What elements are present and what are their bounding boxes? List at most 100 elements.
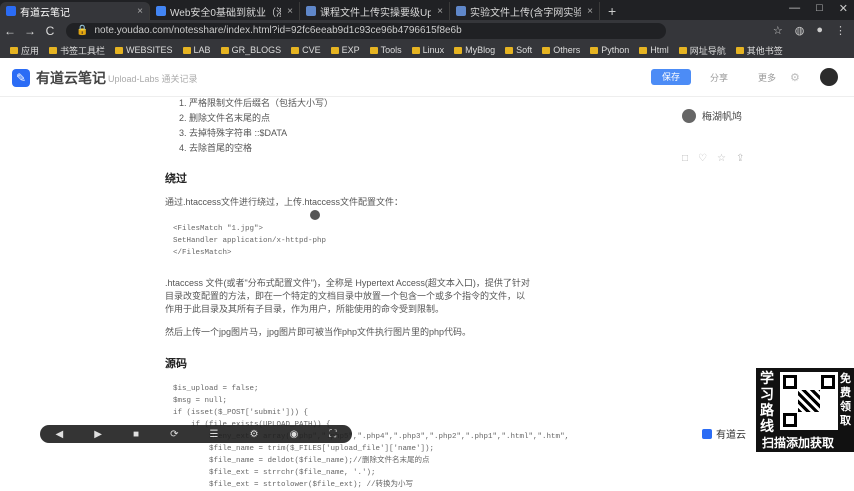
bookmark-item[interactable]: 应用 xyxy=(10,44,39,57)
bookmark-item[interactable]: Tools xyxy=(369,45,402,55)
tab-label: 有道云笔记 xyxy=(20,7,70,19)
bookmark-label: 其他书签 xyxy=(746,45,783,56)
menu-icon[interactable]: ⋮ xyxy=(835,24,846,37)
close-tab-icon[interactable]: × xyxy=(431,6,443,17)
promo-bottom-text: 扫描添加获取 xyxy=(762,436,835,450)
paragraph: 通过.htaccess文件进行绕过，上传.htaccess文件配置文件： xyxy=(165,197,404,207)
bookmark-label: 书签工具栏 xyxy=(60,45,106,56)
author[interactable]: 梅湖帆鸠 xyxy=(682,108,754,123)
new-tab-button[interactable]: + xyxy=(600,2,624,20)
mouse-cursor xyxy=(310,210,320,220)
close-tab-icon[interactable]: × xyxy=(131,6,143,17)
bookmark-label: 应用 xyxy=(21,45,40,56)
bookmark-item[interactable]: LAB xyxy=(182,45,211,55)
bookmark-item[interactable]: WEBSITES xyxy=(115,45,173,55)
code-line: <FilesMatch "1.jpg"> xyxy=(173,225,264,233)
code-line: SetHandler application/x-httpd-php xyxy=(173,237,327,245)
forward-button[interactable]: → xyxy=(20,24,40,38)
bookmark-item[interactable]: Linux xyxy=(411,45,444,55)
video-player-bar: ◀ ▶ ■ ⟳ ☰ ⚙ ◉ ⛶ xyxy=(40,425,352,443)
fullscreen-icon[interactable]: ⛶ xyxy=(329,429,336,440)
bookmark-label: Python xyxy=(601,45,630,55)
maximize-button[interactable]: □ xyxy=(816,2,823,15)
folder-icon xyxy=(220,46,229,54)
window-controls: — □ ✕ xyxy=(789,2,848,15)
extension-icon[interactable]: ◍ xyxy=(795,24,805,37)
paragraph: .htaccess 文件(或者"分布式配置文件")，全称是 Hypertext … xyxy=(165,278,530,314)
list-item: 删除文件名末尾的点 xyxy=(189,111,530,126)
bookmark-item[interactable]: Soft xyxy=(505,45,532,55)
profile-icon[interactable]: ● xyxy=(816,24,823,37)
qr-code xyxy=(780,372,838,430)
bookmark-item[interactable]: CVE xyxy=(291,45,321,55)
record-icon[interactable]: ◉ xyxy=(290,429,299,440)
code-line: if (isset($_POST['submit'])) { xyxy=(173,409,309,417)
close-window-button[interactable]: ✕ xyxy=(839,2,848,15)
bookmarks-bar: 应用 书签工具栏 WEBSITES LAB GR_BLOGS CVE EXP Tools Lin… xyxy=(0,42,854,59)
more-link[interactable]: 更多 xyxy=(758,71,776,84)
youdao-logo[interactable]: ✎ 有道云笔记 xyxy=(12,68,106,88)
qr-promo: 学习路线 免费领取 扫描添加获取 xyxy=(756,368,854,452)
code-block: <FilesMatch "1.jpg"> SetHandler applicati… xyxy=(165,223,530,259)
prev-icon[interactable]: ◀ xyxy=(56,429,64,440)
youdao-badge-text: 有道云 xyxy=(716,430,746,441)
tab-0[interactable]: 有道云笔记 × xyxy=(0,2,150,20)
settings-icon[interactable]: ⚙ xyxy=(790,71,800,84)
bookmark-label: WEBSITES xyxy=(126,45,173,55)
stop-icon[interactable]: ■ xyxy=(133,429,139,440)
minimize-button[interactable]: — xyxy=(789,2,800,15)
star-icon[interactable]: ☆ xyxy=(773,24,783,37)
lock-icon: 🔒 xyxy=(76,25,89,36)
bookmark-item[interactable]: MyBlog xyxy=(454,45,495,55)
settings-icon[interactable]: ⚙ xyxy=(250,429,259,440)
folder-icon xyxy=(49,46,58,54)
share-link[interactable]: 分享 xyxy=(710,71,728,84)
tab-label: 实验文件上传(含字网实验室) xyxy=(470,7,581,19)
bookmark-label: LAB xyxy=(193,45,211,55)
code-line: </FilesMatch> xyxy=(173,249,232,257)
share-icon[interactable]: ⇪ xyxy=(736,153,744,164)
url-input[interactable]: 🔒 note.youdao.com/notesshare/index.html?i… xyxy=(66,23,666,39)
bookmark-item[interactable]: GR_BLOGS xyxy=(220,45,281,55)
folder-icon xyxy=(291,46,300,54)
tab-label: 课程文件上传实操要级Upload xyxy=(320,7,432,19)
promo-side-text: 免费领取 xyxy=(840,373,851,427)
bookmark-label: EXP xyxy=(341,45,360,55)
bookmark-item[interactable]: Others xyxy=(542,45,580,55)
code-line: $msg = null; xyxy=(173,397,228,405)
bookmark-item[interactable]: Python xyxy=(590,45,629,55)
tab-1[interactable]: Web安全0基础到就业（渗透测试× xyxy=(150,2,300,20)
bookmark-item[interactable]: 其他书签 xyxy=(735,44,783,57)
star-icon[interactable]: ☆ xyxy=(717,153,726,164)
bookmark-item[interactable]: 书签工具栏 xyxy=(49,44,105,57)
save-button[interactable]: 保存 xyxy=(651,69,691,85)
list-item: 去掉特殊字符串 ::$DATA xyxy=(189,126,530,141)
play-icon[interactable]: ▶ xyxy=(94,429,102,440)
app-header: ✎ 有道云笔记 Upload-Labs 通关记录 保存 分享 更多 ⚙ xyxy=(0,58,854,97)
bookmark-item[interactable]: EXP xyxy=(330,45,360,55)
folder-icon xyxy=(182,46,191,54)
youdao-badge[interactable]: 有道云 xyxy=(702,426,746,441)
author-name: 梅湖帆鸠 xyxy=(702,112,742,123)
reload-button[interactable]: C xyxy=(40,24,60,38)
replay-icon[interactable]: ⟳ xyxy=(170,429,178,440)
tab-label: Web安全0基础到就业（渗透测试 xyxy=(170,7,281,19)
comment-icon[interactable]: □ xyxy=(682,153,688,164)
tab-strip: 有道云笔记×Web安全0基础到就业（渗透测试×课程文件上传实操要级Upload×… xyxy=(0,0,854,20)
close-tab-icon[interactable]: × xyxy=(581,6,593,17)
folder-icon xyxy=(330,46,339,54)
bookmark-label: 网址导航 xyxy=(689,45,726,56)
bookmark-item[interactable]: 网址导航 xyxy=(678,44,726,57)
favicon-icon xyxy=(156,6,166,16)
like-icon[interactable]: ♡ xyxy=(698,153,707,164)
close-tab-icon[interactable]: × xyxy=(281,6,293,17)
tab-3[interactable]: 实验文件上传(含字网实验室)× xyxy=(450,2,600,20)
youdao-logo-icon: ✎ xyxy=(12,69,30,87)
bookmark-label: Others xyxy=(553,45,581,55)
back-button[interactable]: ← xyxy=(0,24,20,38)
bookmark-item[interactable]: Html xyxy=(639,45,669,55)
tab-2[interactable]: 课程文件上传实操要级Upload× xyxy=(300,2,450,20)
url-text: note.youdao.com/notesshare/index.html?id… xyxy=(94,25,462,36)
avatar[interactable] xyxy=(820,68,838,86)
list-icon[interactable]: ☰ xyxy=(210,429,219,440)
